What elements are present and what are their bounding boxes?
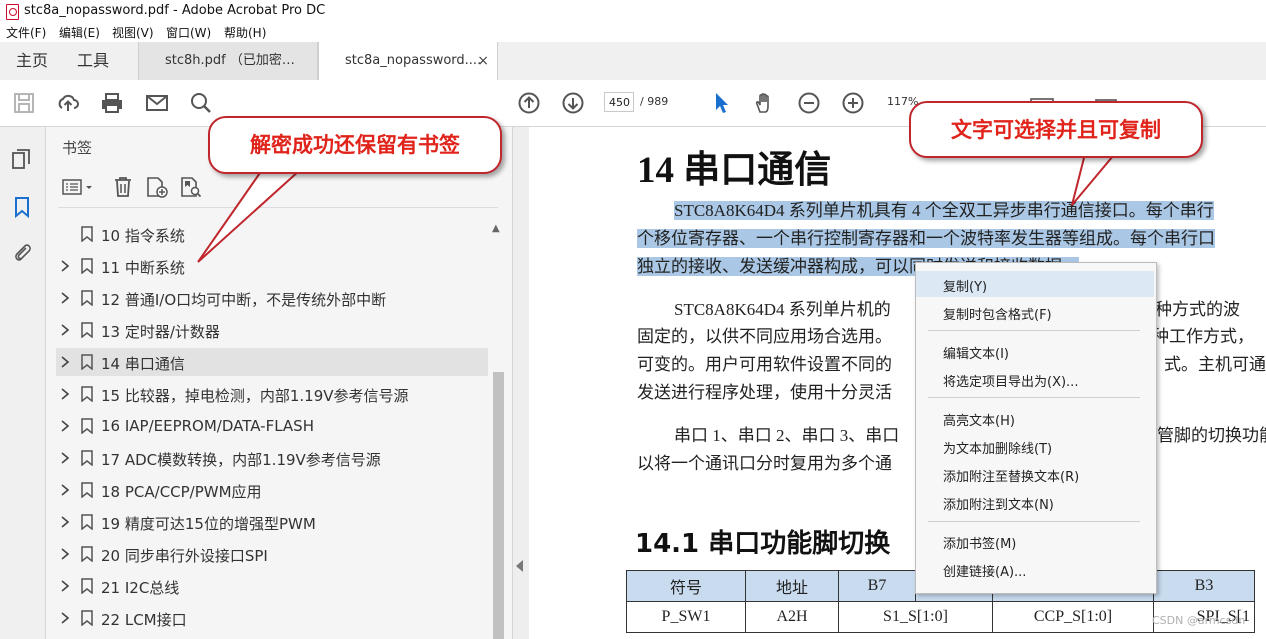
right-callout: 文字可选择并且可复制 [909,101,1203,158]
callout-pointers [197,149,1121,263]
left-callout-text: 解密成功还保留有书签 [250,133,460,157]
left-callout: 解密成功还保留有书签 [208,116,502,174]
right-callout-pointer [1071,149,1121,206]
right-callout-text: 文字可选择并且可复制 [951,118,1161,142]
left-callout-pointer [197,169,303,263]
